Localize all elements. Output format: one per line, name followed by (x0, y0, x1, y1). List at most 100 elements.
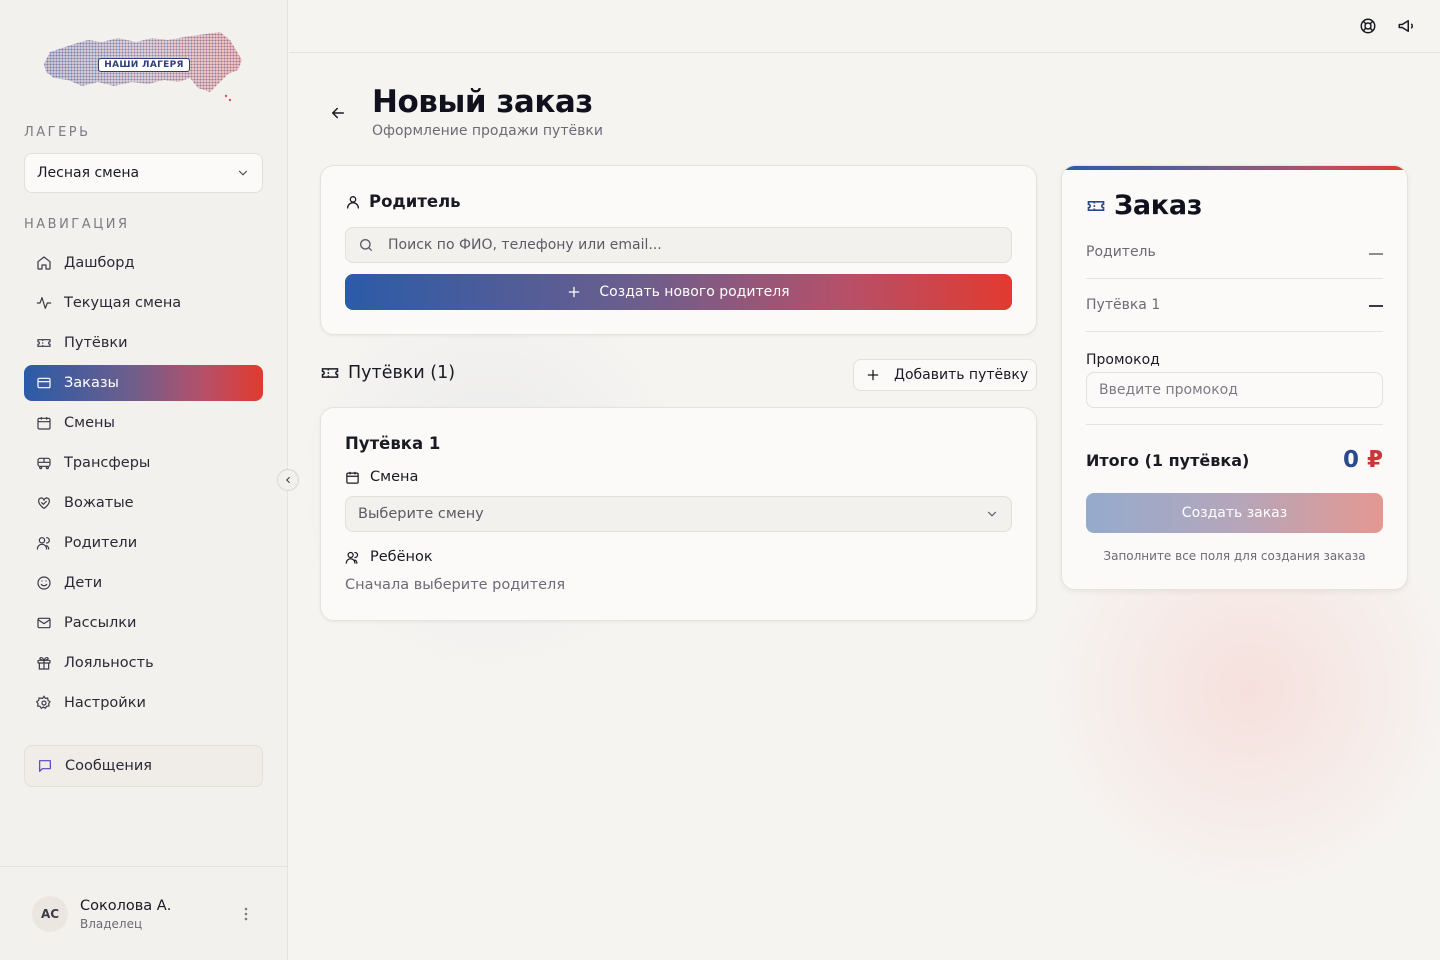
search-icon (360, 239, 372, 251)
child-label-text: Ребёнок (370, 549, 433, 565)
create-order-button[interactable]: Создать заказ (1086, 493, 1383, 533)
lifebuoy-icon[interactable] (1359, 17, 1377, 35)
ticket-icon (36, 335, 52, 351)
sidebar-item-loyalty[interactable]: Лояльность (24, 645, 263, 681)
vouchers-heading-text: Путёвки (1) (348, 363, 456, 383)
parent-card: Родитель Поиск по ФИО, телефону или emai… (320, 165, 1037, 335)
shift-select-placeholder: Выберите смену (358, 506, 484, 522)
topbar (289, 0, 1440, 53)
chevron-down-icon (987, 511, 997, 517)
sidebar-item-label: Смены (64, 415, 115, 431)
avatar: АС (32, 896, 68, 932)
ticket-icon (1087, 200, 1105, 211)
summary-divider (1086, 424, 1383, 425)
promo-label: Промокод (1086, 352, 1160, 368)
sidebar-item-label: Трансферы (64, 455, 151, 471)
summary-divider (1086, 331, 1383, 332)
user-role: Владелец (80, 917, 143, 931)
parent-search-placeholder: Поиск по ФИО, телефону или email... (388, 237, 662, 253)
sidebar-item-dashboard[interactable]: Дашборд (24, 245, 263, 281)
chevron-left-icon (286, 476, 290, 484)
ticket-icon (321, 368, 339, 378)
camp-select[interactable]: Лесная смена (24, 153, 263, 193)
sidebar: НАШИ ЛАГЕРЯ ЛАГЕРЬ Лесная смена НАВИГАЦИ… (0, 0, 288, 960)
add-voucher-label: Добавить путёвку (894, 367, 1029, 383)
sidebar-item-label: Вожатые (64, 495, 134, 511)
megaphone-icon[interactable] (1397, 17, 1415, 35)
sidebar-item-vouchers[interactable]: Путёвки (24, 325, 263, 361)
total-value: 0 ₽ (1343, 447, 1383, 473)
user-name: Соколова А. (80, 898, 172, 914)
plus-icon (867, 369, 879, 381)
order-summary-card: Заказ Родитель Путёвка 1 Промокод Введит… (1061, 165, 1408, 590)
page-title: Новый заказ (372, 84, 593, 120)
add-voucher-button[interactable]: Добавить путёвку (853, 359, 1037, 391)
bus-icon (36, 455, 52, 471)
sidebar-item-label: Лояльность (64, 655, 154, 671)
shift-label-text: Смена (370, 469, 419, 485)
more-vertical-icon[interactable] (238, 905, 254, 923)
sidebar-item-mailings[interactable]: Рассылки (24, 605, 263, 641)
sidebar-item-parents[interactable]: Родители (24, 525, 263, 561)
sidebar-divider (0, 866, 288, 867)
messages-label: Сообщения (65, 758, 153, 774)
user-icon (347, 195, 359, 209)
total-label: Итого (1 путёвка) (1086, 451, 1250, 470)
shift-field-label: Смена (345, 469, 418, 485)
activity-icon (36, 295, 52, 311)
home-icon (36, 255, 52, 271)
summary-voucher-value (1369, 305, 1383, 307)
heart-handshake-icon (36, 495, 52, 511)
logo[interactable]: НАШИ ЛАГЕРЯ (40, 30, 246, 104)
page-subtitle: Оформление продажи путёвки (372, 123, 603, 139)
sidebar-item-settings[interactable]: Настройки (24, 685, 263, 721)
sidebar-item-orders[interactable]: Заказы (24, 365, 263, 401)
vouchers-heading: Путёвки (1) (320, 363, 455, 383)
gift-icon (36, 655, 52, 671)
total-currency: ₽ (1366, 447, 1383, 473)
message-square-icon (37, 758, 53, 774)
user-profile[interactable]: АС Соколова А. Владелец (32, 895, 262, 935)
camp-select-value: Лесная смена (37, 165, 140, 181)
mail-icon (36, 615, 52, 631)
credit-card-icon (36, 375, 52, 391)
sidebar-item-children[interactable]: Дети (24, 565, 263, 601)
gear-icon (36, 695, 52, 711)
promo-input[interactable]: Введите промокод (1086, 372, 1383, 408)
shift-select[interactable]: Выберите смену (345, 496, 1012, 532)
sidebar-item-label: Путёвки (64, 335, 128, 351)
sidebar-item-counselors[interactable]: Вожатые (24, 485, 263, 521)
summary-parent-label: Родитель (1086, 244, 1156, 260)
sidebar-item-shifts[interactable]: Смены (24, 405, 263, 441)
total-amount: 0 (1342, 447, 1359, 473)
sidebar-item-label: Дети (64, 575, 103, 591)
sidebar-item-label: Рассылки (64, 615, 137, 631)
calendar-icon (346, 471, 359, 484)
sidebar-item-label: Настройки (64, 695, 146, 711)
camp-section-label: ЛАГЕРЬ (24, 125, 91, 140)
sidebar-item-current-shift[interactable]: Текущая смена (24, 285, 263, 321)
back-arrow-icon[interactable] (328, 104, 348, 122)
sidebar-nav: Дашборд Текущая смена Путёвки Заказы Сме… (24, 245, 263, 725)
parent-search-input[interactable]: Поиск по ФИО, телефону или email... (345, 227, 1012, 263)
sidebar-item-label: Текущая смена (64, 295, 182, 311)
parent-card-title-text: Родитель (369, 192, 461, 211)
chevron-down-icon (238, 170, 248, 176)
collapse-sidebar-button[interactable] (277, 469, 299, 491)
calendar-icon (36, 415, 52, 431)
promo-placeholder: Введите промокод (1099, 382, 1238, 398)
sidebar-item-label: Родители (64, 535, 138, 551)
nav-section-label: НАВИГАЦИЯ (24, 217, 130, 232)
logo-text: НАШИ ЛАГЕРЯ (98, 58, 190, 72)
summary-divider (1086, 278, 1383, 279)
summary-voucher-label: Путёвка 1 (1086, 297, 1161, 313)
child-hint: Сначала выберите родителя (345, 577, 566, 593)
voucher-card: Путёвка 1 Смена Выберите смену Ребёнок С… (320, 407, 1037, 621)
create-order-hint: Заполните все поля для создания заказа (1103, 549, 1366, 563)
child-field-label: Ребёнок (345, 549, 433, 565)
messages-button[interactable]: Сообщения (24, 745, 263, 787)
sidebar-item-transfers[interactable]: Трансферы (24, 445, 263, 481)
plus-icon (569, 286, 580, 298)
create-parent-button[interactable]: Создать нового родителя (345, 274, 1012, 310)
sidebar-item-label: Заказы (64, 375, 119, 391)
